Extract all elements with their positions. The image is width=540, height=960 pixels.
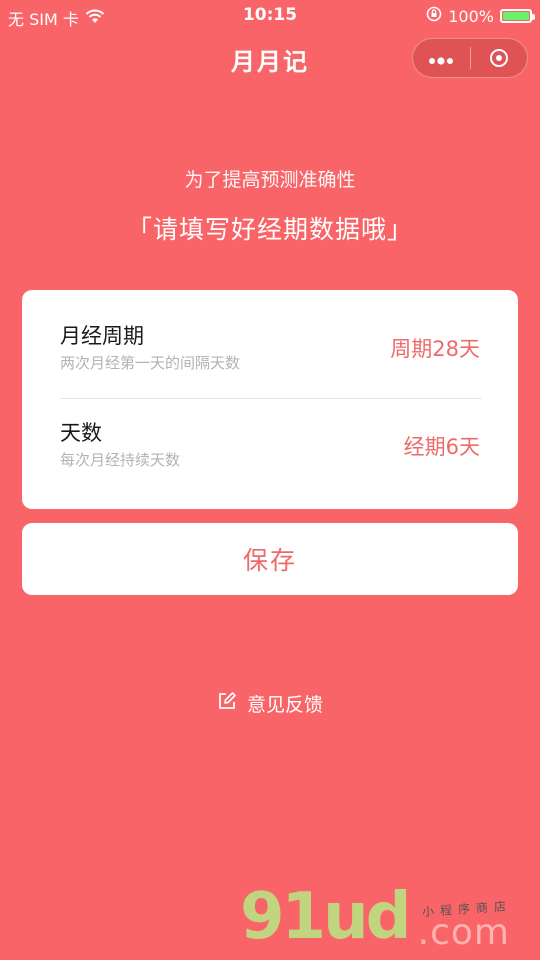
target-icon <box>489 49 508 67</box>
orientation-lock-icon <box>426 6 442 26</box>
feedback-label: 意见反馈 <box>246 694 323 716</box>
cycle-value[interactable]: 周期28天 <box>390 333 480 363</box>
cycle-description: 两次月经第一天的间隔天数 <box>60 354 241 372</box>
status-bar-right: 100% <box>426 6 535 26</box>
watermark-logo: 91ud <box>240 880 411 954</box>
watermark: 91ud 小程序商店 .com <box>240 880 540 960</box>
settings-card: 月经周期 两次月经第一天的间隔天数 周期28天 天数 每次月经持续天数 经期6天 <box>22 290 518 509</box>
watermark-domain: .com <box>417 912 510 953</box>
intro-headline: 「请填写好经期数据哦」 <box>126 215 413 244</box>
battery-icon <box>500 9 535 23</box>
target-icon-dot <box>495 55 502 61</box>
intro-subtitle: 为了提高预测准确性 <box>184 169 356 191</box>
battery-level <box>503 12 529 20</box>
status-bar-left: 无 SIM 卡 <box>8 6 105 30</box>
mini-program-capsule <box>412 38 528 78</box>
wifi-icon <box>85 9 105 28</box>
duration-description: 每次月经持续天数 <box>60 451 181 469</box>
duration-title: 天数 <box>60 421 102 445</box>
carrier-label: 无 SIM 卡 <box>8 10 79 29</box>
nav-bar: 月月记 <box>0 32 540 88</box>
save-button[interactable]: 保存 <box>22 523 518 595</box>
battery-percent: 100% <box>448 6 494 26</box>
edit-icon <box>217 691 237 716</box>
settings-row-duration[interactable]: 天数 每次月经持续天数 经期6天 <box>60 399 480 503</box>
close-button[interactable] <box>471 39 528 77</box>
duration-value[interactable]: 经期6天 <box>404 431 480 461</box>
settings-row-cycle[interactable]: 月经周期 两次月经第一天的间隔天数 周期28天 <box>60 290 480 394</box>
cycle-title: 月经周期 <box>60 324 144 348</box>
feedback-link[interactable]: 意见反馈 <box>0 690 540 717</box>
more-dots-icon <box>428 46 454 70</box>
more-button[interactable] <box>413 39 470 77</box>
status-bar: 无 SIM 卡 10:15 100% <box>0 0 540 32</box>
